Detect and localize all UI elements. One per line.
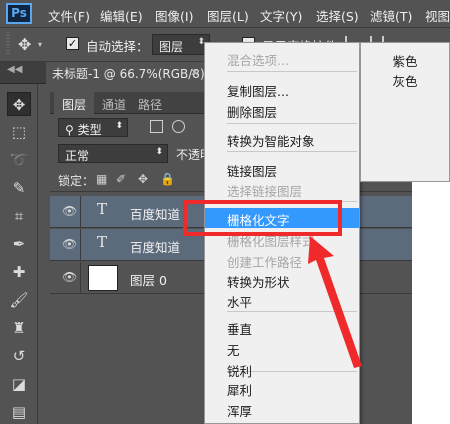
lasso-tool-icon[interactable]: ➰ (7, 148, 31, 172)
auto-select-target-value: 图层 (159, 40, 184, 54)
layer-filter-dropdown[interactable]: ⚲ 类型 ⬍ (58, 118, 128, 137)
context-menu-item: 混合选项... (227, 53, 289, 68)
healing-brush-tool-icon[interactable]: ✚ (7, 260, 31, 284)
layer-thumbnail (88, 265, 118, 291)
menu-filter[interactable]: 滤镜(T) (370, 6, 412, 25)
search-icon: ⚲ (65, 123, 74, 137)
eye-icon[interactable]: 👁 (62, 270, 77, 284)
history-brush-tool-icon[interactable]: ↺ (7, 344, 31, 368)
tab-channels[interactable]: 通道 (94, 92, 134, 114)
marquee-tool-icon[interactable]: ⬚ (7, 120, 31, 144)
blend-mode-dropdown[interactable]: 正常 ⬍ (58, 144, 168, 163)
menu-separator (227, 123, 357, 124)
blend-mode-value: 正常 (65, 149, 90, 163)
context-menu-item[interactable]: 删除图层 (205, 100, 359, 120)
lock-position-icon[interactable]: ✥ (138, 172, 148, 186)
eraser-tool-icon[interactable]: ◪ (7, 372, 31, 396)
context-menu-item[interactable]: 浑厚 (205, 399, 359, 419)
layer-name[interactable]: 百度知道 (130, 204, 180, 223)
menu-separator (227, 71, 357, 72)
layer-divider (80, 196, 81, 228)
layer-name[interactable]: 图层 0 (130, 270, 167, 289)
layer-divider (80, 262, 81, 294)
menu-file[interactable]: 文件(F) (48, 6, 90, 25)
layer-divider (80, 229, 81, 261)
submenu-item-gray[interactable]: 灰色 (361, 69, 449, 89)
move-tool-icon[interactable]: ✥ (18, 35, 31, 54)
context-menu-item[interactable]: 犀利 (205, 378, 359, 398)
tab-layers[interactable]: 图层 (54, 92, 95, 114)
collapse-panel-icon[interactable]: ◀◀ (7, 64, 22, 75)
quick-select-tool-icon[interactable]: ✎ (7, 176, 31, 200)
lock-transparency-icon[interactable]: ▦ (96, 172, 107, 186)
context-menu-item: 选择链接图层 (227, 184, 303, 199)
context-menu-item[interactable]: 链接图层 (205, 159, 359, 179)
tool-preset-arrow-icon[interactable]: ▾ (38, 40, 42, 49)
menu-type[interactable]: 文字(Y) (260, 6, 302, 25)
eye-icon[interactable]: 👁 (62, 237, 77, 251)
lock-label: 锁定： (58, 174, 95, 188)
context-menu-item[interactable]: 转换为智能对象 (205, 129, 359, 149)
lock-all-icon[interactable]: 🔒 (160, 172, 175, 186)
gradient-tool-icon[interactable]: ▤ (7, 400, 31, 424)
menu-edit[interactable]: 编辑(E) (100, 6, 143, 25)
color-submenu: 紫色 灰色 (360, 42, 450, 182)
menu-separator (227, 151, 357, 152)
crop-tool-icon[interactable]: ⌗ (7, 204, 31, 228)
filter-pixel-icon[interactable] (150, 120, 163, 133)
annotation-arrow-icon (308, 236, 362, 368)
dropdown-arrow-icon: ⬍ (155, 147, 163, 157)
clone-stamp-tool-icon[interactable]: ♜ (7, 316, 31, 340)
auto-select-checkbox[interactable]: ✓ (66, 37, 79, 50)
menubar: Ps 文件(F) 编辑(E) 图像(I) 图层(L) 文字(Y) 选择(S) 滤… (0, 0, 450, 28)
document-canvas[interactable] (412, 178, 450, 424)
layer-name[interactable]: 百度知道 (130, 237, 180, 256)
annotation-highlight-box (183, 200, 342, 236)
context-menu-item[interactable]: 复制图层... (205, 79, 359, 99)
text-layer-thumbnail-icon: T (97, 233, 108, 251)
eyedropper-tool-icon[interactable]: ✒ (7, 232, 31, 256)
auto-select-target-dropdown[interactable]: 图层 ⬍ (152, 34, 210, 55)
filter-adjustment-icon[interactable] (172, 120, 185, 133)
dropdown-arrow-icon: ⬍ (115, 121, 123, 131)
menu-layer[interactable]: 图层(L) (207, 6, 249, 25)
submenu-item-purple[interactable]: 紫色 (361, 49, 449, 69)
tab-paths[interactable]: 路径 (130, 92, 170, 114)
menu-select[interactable]: 选择(S) (316, 6, 359, 25)
photoshop-logo: Ps (6, 3, 32, 24)
eye-icon[interactable]: 👁 (62, 204, 77, 218)
menu-view[interactable]: 视图 (425, 6, 450, 25)
text-layer-thumbnail-icon: T (97, 200, 108, 218)
menu-image[interactable]: 图像(I) (155, 6, 193, 25)
toolbox: ✥ ⬚ ➰ ✎ ⌗ ✒ ✚ 🖌 ♜ ↺ ◪ ▤ (0, 84, 38, 424)
auto-select-label: 自动选择： (86, 39, 149, 54)
options-grip[interactable] (6, 32, 10, 56)
lock-image-icon[interactable]: ✐ (116, 172, 126, 186)
filter-kind-value: 类型 (77, 123, 102, 137)
close-document-icon[interactable]: ✕ (190, 66, 199, 79)
brush-tool-icon[interactable]: 🖌 (7, 288, 31, 312)
move-tool-icon[interactable]: ✥ (7, 92, 31, 116)
